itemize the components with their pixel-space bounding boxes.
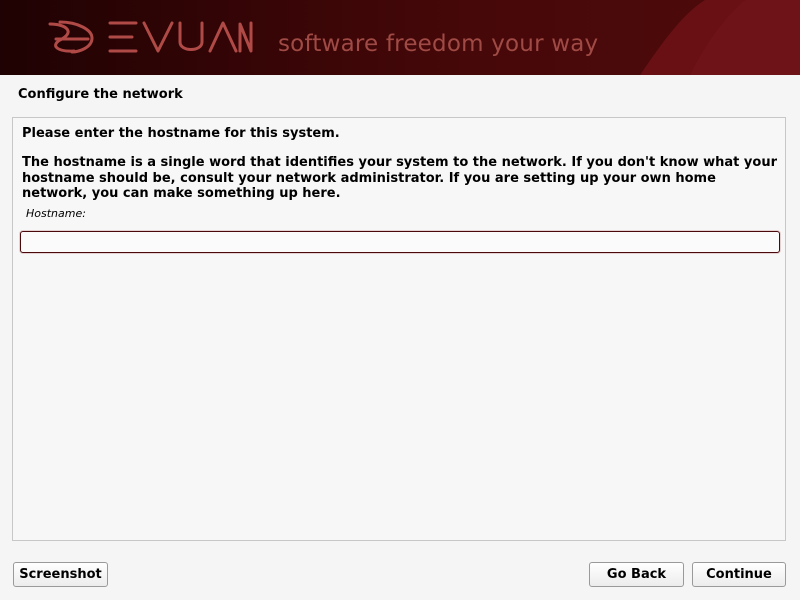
devuan-logo-icon [48, 20, 253, 54]
header-banner: software freedom your way [0, 0, 800, 75]
hostname-input[interactable] [20, 231, 780, 253]
go-back-button[interactable]: Go Back [589, 562, 684, 587]
continue-button[interactable]: Continue [692, 562, 786, 587]
page-title: Configure the network [18, 87, 183, 102]
question-text: Please enter the hostname for this syste… [22, 126, 340, 141]
banner-tagline: software freedom your way [278, 31, 599, 57]
description-text: The hostname is a single word that ident… [22, 155, 777, 201]
hostname-label: Hostname: [26, 207, 86, 220]
content-panel: Please enter the hostname for this syste… [12, 117, 786, 541]
screenshot-button[interactable]: Screenshot [13, 562, 108, 587]
